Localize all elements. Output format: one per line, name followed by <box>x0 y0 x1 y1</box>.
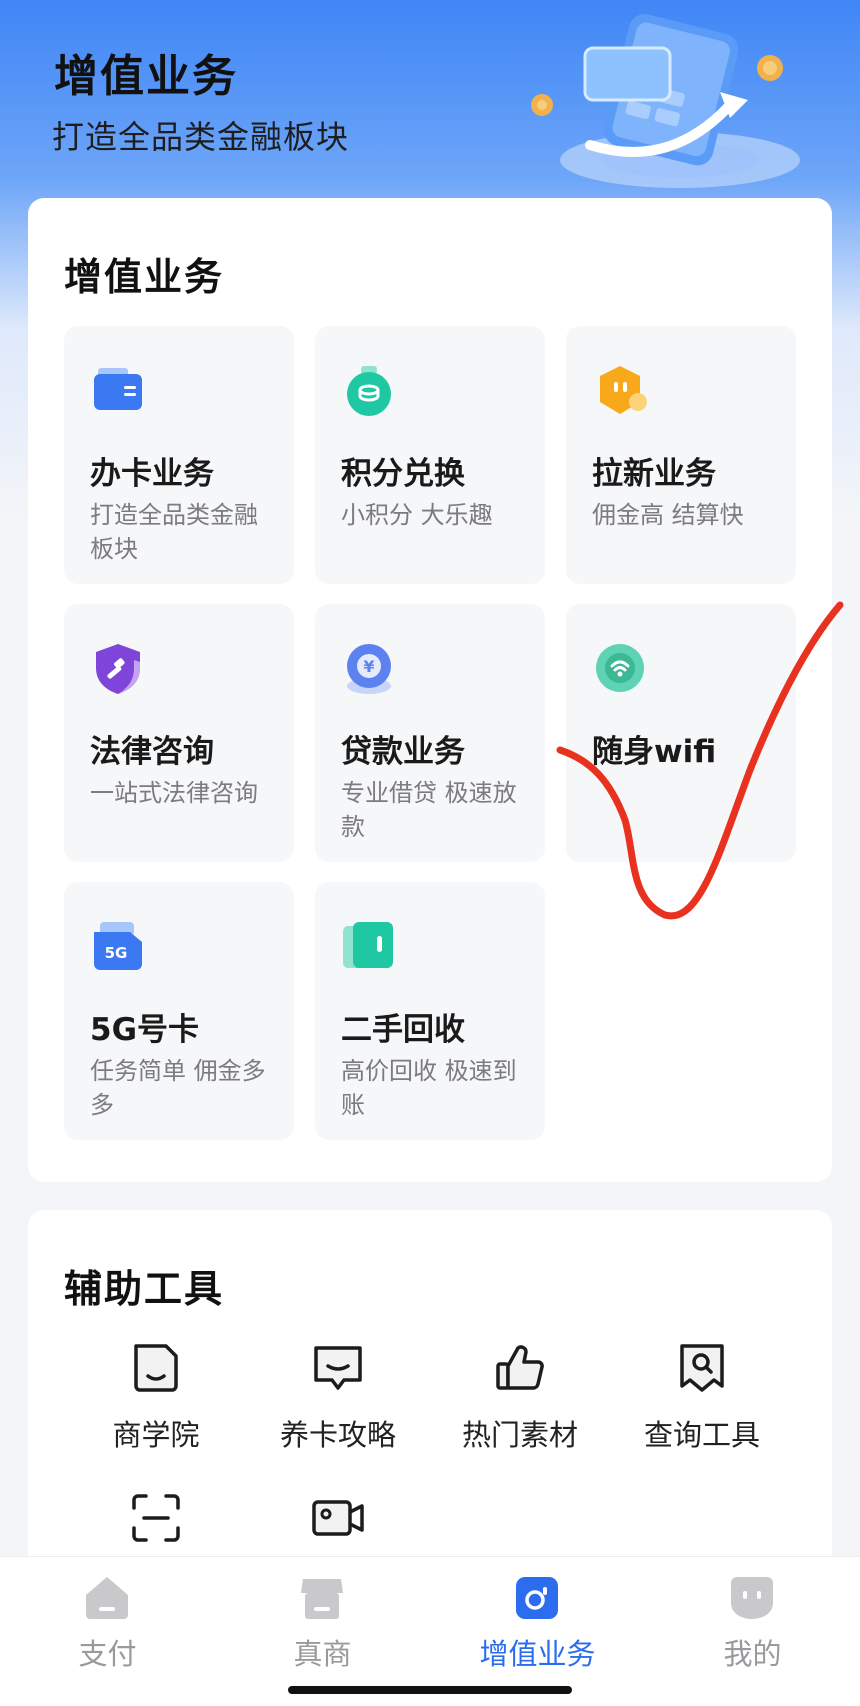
tab-label: 增值业务 <box>479 1637 596 1671</box>
service-tile-legal[interactable]: 法律咨询 一站式法律咨询 <box>64 604 294 862</box>
tools-section-title: 辅助工具 <box>64 1267 225 1311</box>
service-desc: 小积分 大乐趣 <box>341 501 493 529</box>
invite-icon <box>600 366 647 414</box>
page-title: 增值业务 <box>54 51 238 102</box>
card-wallet-icon <box>94 368 142 410</box>
tool-label: 商学院 <box>112 1418 200 1452</box>
services-section-title: 增值业务 <box>64 255 225 299</box>
tool-hot-materials[interactable]: 热门素材 <box>430 1340 610 1470</box>
svg-text:5G: 5G <box>105 944 128 962</box>
5g-sim-icon: 5G <box>94 922 142 970</box>
service-desc: 高价回收 极速到账 <box>341 1057 517 1119</box>
service-tile-5g-card[interactable]: 5G 5G号卡 任务简单 佣金多多 <box>64 882 294 1140</box>
profile-icon <box>731 1577 773 1619</box>
service-name: 5G号卡 <box>90 1012 200 1048</box>
service-name: 拉新业务 <box>592 456 716 492</box>
service-name: 办卡业务 <box>90 456 214 492</box>
tool-query[interactable]: 查询工具 <box>612 1340 792 1470</box>
service-desc: 打造全品类金融板块 <box>90 501 258 563</box>
scan-icon <box>132 1494 180 1542</box>
tab-shop[interactable]: 真商 <box>215 1557 430 1677</box>
tool-label: 热门素材 <box>461 1418 578 1452</box>
service-desc: 佣金高 结算快 <box>592 501 744 529</box>
wifi-icon <box>596 644 644 692</box>
tab-label: 我的 <box>723 1637 782 1671</box>
bottom-tab-bar: 支付 真商 增值业务 我的 <box>0 1556 860 1706</box>
tab-mine[interactable]: 我的 <box>645 1557 860 1677</box>
tool-card-guide[interactable]: 养卡攻略 <box>248 1340 428 1470</box>
service-tile-loan[interactable]: ¥ 贷款业务 专业借贷 极速放款 <box>315 604 545 862</box>
tab-label: 支付 <box>78 1637 137 1671</box>
service-name: 贷款业务 <box>341 734 465 770</box>
thumbs-up-icon <box>496 1345 544 1390</box>
search-doc-icon <box>680 1344 724 1392</box>
chat-guide-icon <box>314 1346 362 1390</box>
service-desc: 一站式法律咨询 <box>90 779 258 807</box>
service-name: 随身wifi <box>592 734 717 770</box>
service-tile-card-application[interactable]: 办卡业务 打造全品类金融板块 <box>64 326 294 584</box>
service-tile-recycle[interactable]: 二手回收 高价回收 极速到账 <box>315 882 545 1140</box>
points-coin-icon <box>347 366 391 416</box>
tools-card: 辅助工具 商学院 养卡攻略 热门素材 查询工具 <box>28 1210 832 1610</box>
shop-icon <box>301 1579 343 1619</box>
tab-value-added[interactable]: 增值业务 <box>430 1557 645 1677</box>
page-subtitle: 打造全品类金融板块 <box>52 118 350 156</box>
service-tile-points-exchange[interactable]: 积分兑换 小积分 大乐趣 <box>315 326 545 584</box>
service-name: 法律咨询 <box>90 734 214 770</box>
business-school-icon <box>134 1344 178 1392</box>
service-desc: 专业借贷 极速放款 <box>341 779 517 841</box>
legal-shield-icon <box>96 644 140 694</box>
phone-payment-illustration-icon <box>531 14 800 188</box>
service-desc: 任务简单 佣金多多 <box>90 1057 266 1119</box>
loan-yen-icon: ¥ <box>347 644 391 694</box>
service-tile-new-user[interactable]: 拉新业务 佣金高 结算快 <box>566 326 796 584</box>
home-icon <box>86 1577 128 1619</box>
service-name: 积分兑换 <box>341 456 465 492</box>
tab-pay[interactable]: 支付 <box>0 1557 215 1677</box>
services-card: 增值业务 办卡业务 打造全品类金融板块 积分兑换 小积分 大乐趣 拉新业务 佣金… <box>28 198 832 1182</box>
page-header: 增值业务 打造全品类金融板块 <box>0 0 860 200</box>
service-name: 二手回收 <box>341 1012 465 1048</box>
tab-label: 真商 <box>293 1637 352 1671</box>
video-icon <box>312 1500 364 1536</box>
tool-business-school[interactable]: 商学院 <box>66 1340 246 1470</box>
tool-label: 查询工具 <box>643 1418 760 1452</box>
recycle-icon <box>343 922 393 968</box>
home-indicator <box>288 1686 572 1694</box>
tool-label: 养卡攻略 <box>279 1418 396 1452</box>
value-added-icon <box>516 1577 558 1619</box>
svg-text:¥: ¥ <box>363 657 374 676</box>
service-tile-wifi[interactable]: 随身wifi <box>566 604 796 862</box>
